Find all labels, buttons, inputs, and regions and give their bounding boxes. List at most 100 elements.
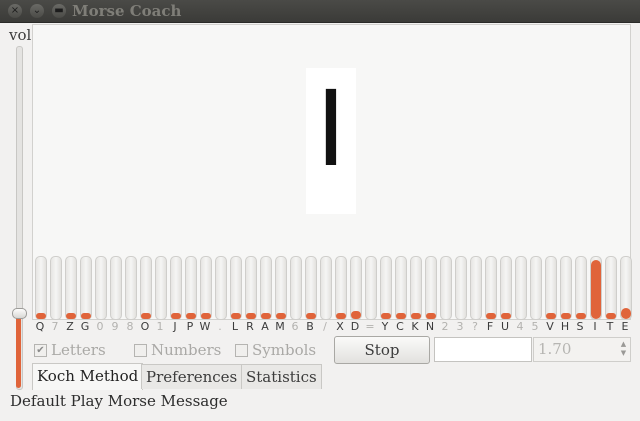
koch-bar-label: / xyxy=(323,320,327,333)
koch-bar: N xyxy=(424,254,437,338)
koch-bar: 4 xyxy=(514,254,527,338)
koch-bar-label: 7 xyxy=(51,320,59,333)
numbers-checkbox[interactable] xyxy=(134,344,147,357)
koch-bar: A xyxy=(259,254,272,338)
koch-bar-fill xyxy=(426,313,436,319)
koch-bar-label: W xyxy=(199,320,211,333)
koch-bar-track xyxy=(305,256,317,320)
koch-bar: S xyxy=(574,254,587,338)
koch-bar-track xyxy=(95,256,107,320)
koch-bar: 3 xyxy=(454,254,467,338)
koch-bar-track xyxy=(230,256,242,320)
koch-bar-track xyxy=(170,256,182,320)
koch-bar-track xyxy=(320,256,332,320)
koch-bar-label: 3 xyxy=(456,320,464,333)
koch-bar-track xyxy=(350,256,362,320)
koch-bar-label: . xyxy=(218,320,222,333)
koch-bar-label: 1 xyxy=(156,320,164,333)
spin-up-icon[interactable]: ▲ xyxy=(619,340,628,349)
status-message: Default Play Morse Message xyxy=(10,392,228,410)
letters-checkbox[interactable]: ✔ xyxy=(34,344,47,357)
koch-bar-fill xyxy=(276,313,286,319)
close-icon[interactable]: × xyxy=(8,4,22,18)
spin-down-icon[interactable]: ▼ xyxy=(619,349,628,358)
koch-bar-track xyxy=(395,256,407,320)
koch-bar-track xyxy=(560,256,572,320)
letters-label: Letters xyxy=(51,341,106,359)
volume-slider-handle[interactable] xyxy=(12,308,27,319)
koch-bar-fill xyxy=(186,313,196,319)
koch-bar: O xyxy=(139,254,152,338)
koch-bar: B xyxy=(304,254,317,338)
koch-bar: E xyxy=(619,254,632,338)
koch-bar-label: Y xyxy=(381,320,389,333)
koch-bar-track xyxy=(260,256,272,320)
koch-bar-track xyxy=(515,256,527,320)
maximize-icon[interactable]: ▬ xyxy=(52,4,66,18)
koch-bar-label: 5 xyxy=(531,320,539,333)
koch-bar: T xyxy=(604,254,617,338)
koch-bar-track xyxy=(530,256,542,320)
koch-bar-label: R xyxy=(246,320,254,333)
koch-bar-fill xyxy=(546,313,556,319)
koch-bar-fill xyxy=(396,313,406,319)
koch-bar-fill xyxy=(336,313,346,319)
koch-progress-bars: Q 7 Z G 0 9 8 O 1 J P W. L R A M 6 B / X D = Y C K N 2 3? F U 4 5 V H S I T E xyxy=(32,254,632,338)
koch-bar-label: U xyxy=(500,320,510,333)
koch-bar: 5 xyxy=(529,254,542,338)
koch-bar-track xyxy=(485,256,497,320)
koch-bar-label: 4 xyxy=(516,320,524,333)
koch-bar: ? xyxy=(469,254,482,338)
koch-bar-track xyxy=(620,256,632,320)
koch-bar-fill xyxy=(246,313,256,319)
symbols-checkbox[interactable] xyxy=(235,344,248,357)
stop-button[interactable]: Stop xyxy=(334,336,430,364)
koch-bar: V xyxy=(544,254,557,338)
koch-bar-label: 8 xyxy=(126,320,134,333)
koch-bar-fill xyxy=(306,313,316,319)
speed-spinbox[interactable]: 1.70 ▲ ▼ xyxy=(533,337,631,362)
spin-arrows[interactable]: ▲ ▼ xyxy=(619,340,628,358)
koch-bar-track xyxy=(365,256,377,320)
tab-preferences[interactable]: Preferences xyxy=(141,364,243,389)
koch-bar-fill xyxy=(171,313,181,319)
koch-bar-track xyxy=(80,256,92,320)
koch-bar-label: J xyxy=(173,320,177,333)
koch-bar-fill xyxy=(81,313,91,319)
koch-bar-label: H xyxy=(560,320,570,333)
morse-text-input[interactable] xyxy=(434,337,532,362)
koch-bar-label: Q xyxy=(35,320,45,333)
koch-bar-label: M xyxy=(275,320,285,333)
koch-bar-label: Z xyxy=(66,320,74,333)
koch-bar-track xyxy=(215,256,227,320)
koch-bar-track xyxy=(275,256,287,320)
koch-bar-label: I xyxy=(593,320,597,333)
koch-bar-track xyxy=(590,256,602,320)
koch-bar-fill xyxy=(621,308,631,319)
koch-bar-fill xyxy=(501,313,511,319)
koch-bar-label: S xyxy=(576,320,584,333)
koch-bar-label: G xyxy=(80,320,90,333)
koch-bar-label: A xyxy=(261,320,269,333)
koch-bar-fill xyxy=(606,313,616,319)
koch-bar: U xyxy=(499,254,512,338)
koch-bar: I xyxy=(589,254,602,338)
koch-bar: 8 xyxy=(124,254,137,338)
koch-bar-track xyxy=(245,256,257,320)
koch-bar-fill xyxy=(231,313,241,319)
koch-bar-label: 9 xyxy=(111,320,119,333)
koch-bar-track xyxy=(470,256,482,320)
minimize-icon[interactable]: ⌄ xyxy=(30,4,44,18)
koch-bar-label: 6 xyxy=(291,320,299,333)
koch-bar: J xyxy=(169,254,182,338)
koch-bar-track xyxy=(410,256,422,320)
koch-bar: C xyxy=(394,254,407,338)
koch-bar: Y xyxy=(379,254,392,338)
koch-bar-label: X xyxy=(336,320,344,333)
koch-bar-track xyxy=(500,256,512,320)
tab-statistics[interactable]: Statistics xyxy=(241,364,322,389)
tab-koch-method[interactable]: Koch Method xyxy=(32,363,144,390)
koch-bar-label: N xyxy=(425,320,435,333)
koch-bar-label: = xyxy=(365,320,375,333)
koch-bar-label: 2 xyxy=(441,320,449,333)
